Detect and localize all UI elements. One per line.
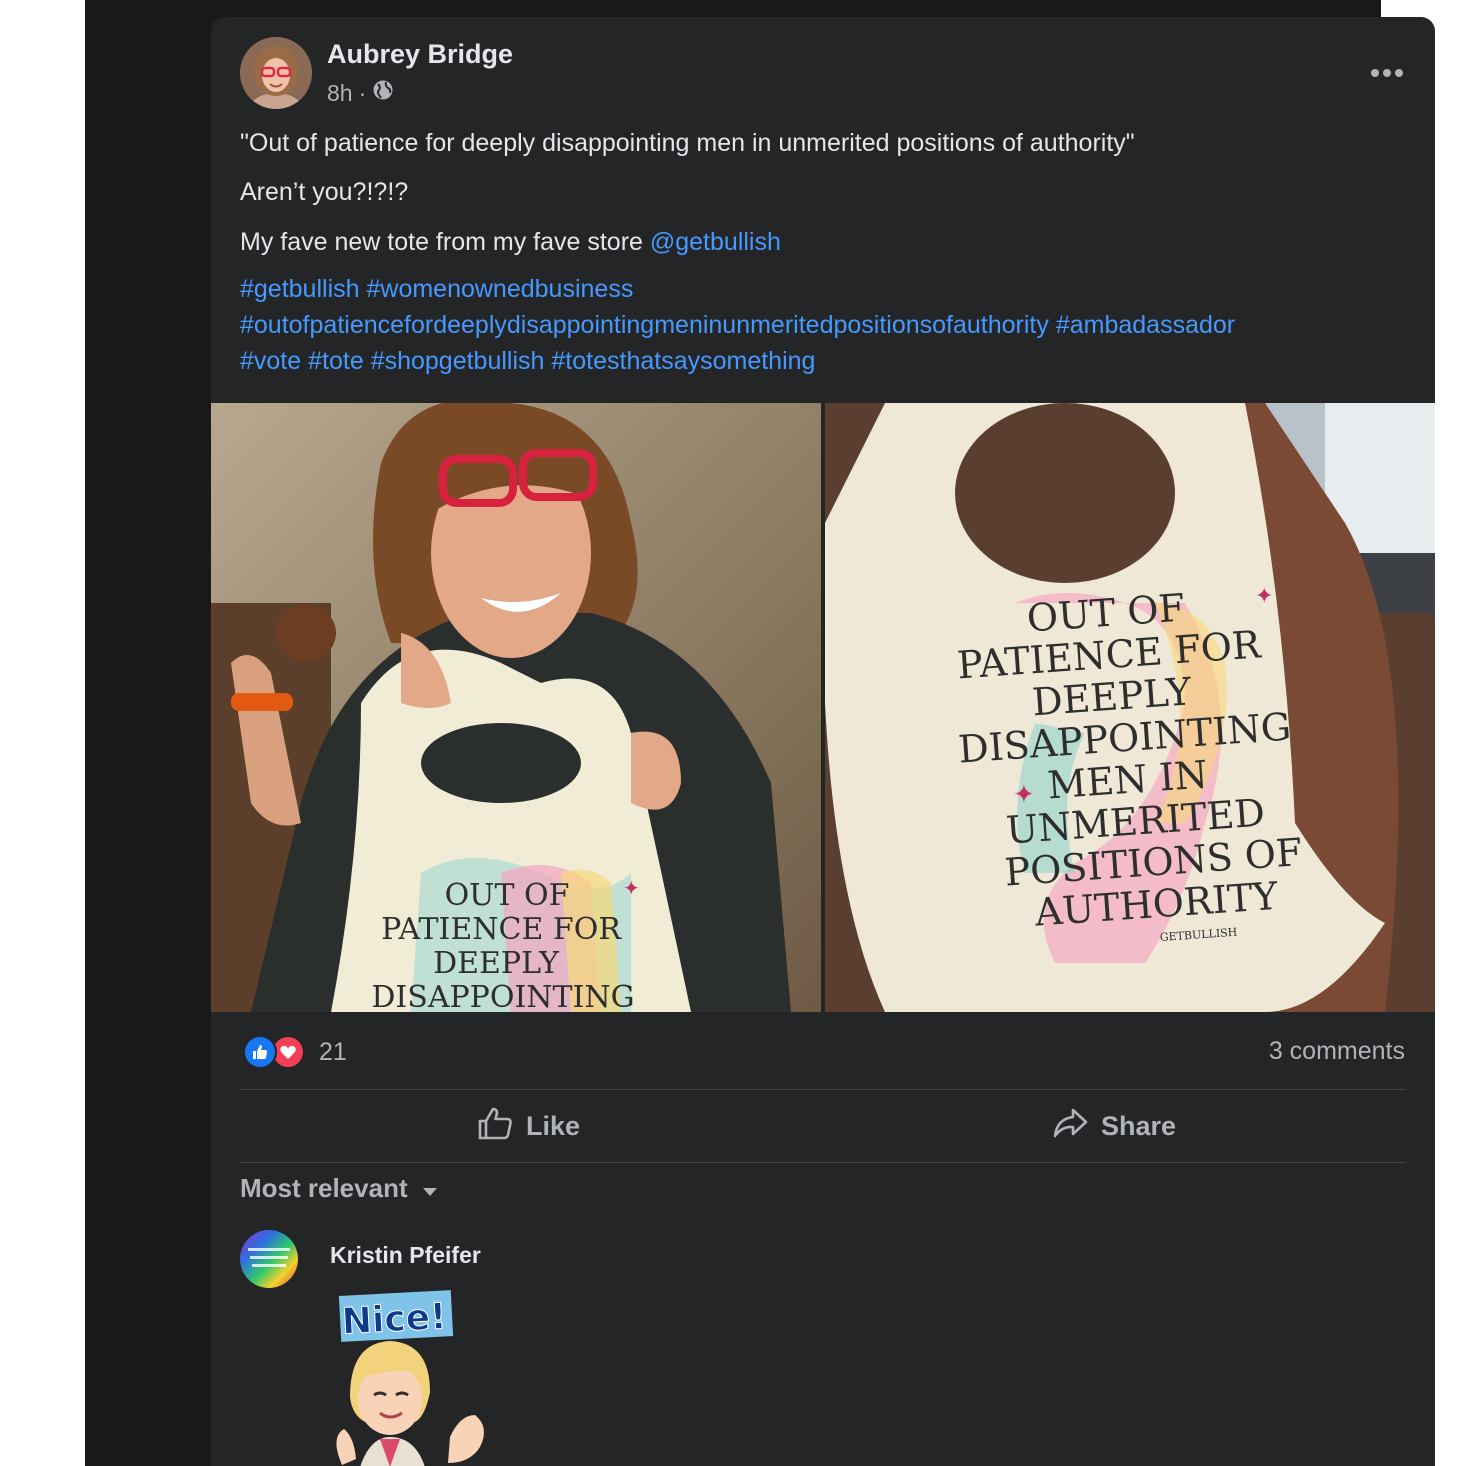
mention-link[interactable]: @getbullish (650, 228, 781, 256)
like-outline-icon (476, 1104, 514, 1149)
hashtag-link[interactable]: #ambadassador (1056, 311, 1235, 339)
tote-text-line: DISAPPOINTING (371, 980, 634, 1012)
like-icon (243, 1035, 277, 1069)
post-photo-2[interactable]: OUT OF PATIENCE FOR DEEPLY DISAPPOINTING… (825, 403, 1435, 1012)
globe-icon[interactable] (372, 79, 394, 107)
post-card: Aubrey Bridge 8h · "Out of patience for … (211, 17, 1435, 1466)
comment-sort-dropdown[interactable]: Most relevant (240, 1173, 438, 1204)
like-label: Like (526, 1110, 581, 1141)
share-icon (1051, 1104, 1089, 1149)
commenter-name[interactable]: Kristin Pfeifer (330, 1242, 481, 1269)
hashtag-link[interactable]: #womenownedbusiness (366, 275, 633, 303)
tote-text-line: OUT OF (445, 878, 570, 913)
meta-separator: · (358, 79, 367, 106)
feed-background: Aubrey Bridge 8h · "Out of patience for … (85, 0, 1435, 1466)
sort-label: Most relevant (240, 1173, 408, 1203)
share-label: Share (1101, 1110, 1177, 1141)
post-text-line1: "Out of patience for deeply disappointin… (240, 129, 1135, 157)
reactions-summary[interactable]: 21 (243, 1035, 347, 1069)
commenter-avatar[interactable] (240, 1230, 298, 1288)
post-text-prefix: My fave new tote from my fave store (240, 228, 650, 256)
post-text-line3: My fave new tote from my fave store @get… (240, 224, 781, 260)
like-button[interactable]: Like (476, 1097, 580, 1155)
more-options-icon[interactable] (1369, 55, 1405, 91)
author-avatar[interactable] (240, 37, 312, 109)
hashtag-link[interactable]: #getbullish (240, 275, 360, 303)
post-photo-1[interactable]: OUT OF PATIENCE FOR DEEPLY DISAPPOINTING… (211, 403, 821, 1012)
share-button[interactable]: Share (1051, 1097, 1176, 1155)
svg-text:✦: ✦ (1013, 779, 1035, 809)
hashtags: #getbullish #womenownedbusiness #outofpa… (240, 271, 1410, 379)
svg-text:✦: ✦ (623, 878, 640, 900)
hashtag-link[interactable]: #shopgetbullish (371, 347, 545, 375)
hashtag-link[interactable]: #vote (240, 347, 301, 375)
divider (240, 1089, 1406, 1090)
post-text-line2: Aren’t you?!?!? (240, 178, 409, 206)
post-meta: 8h · (327, 79, 394, 107)
divider (240, 1162, 1406, 1163)
hashtag-link[interactable]: #outofpatiencefordeeplydisappointingmeni… (240, 311, 1049, 339)
nice-sticker: Nice! (330, 1287, 500, 1466)
hashtag-link[interactable]: #tote (308, 347, 364, 375)
reaction-count: 21 (319, 1037, 347, 1066)
comments-count[interactable]: 3 comments (1269, 1037, 1405, 1066)
hashtag-link[interactable]: #totesthatsaysomething (551, 347, 815, 375)
author-name[interactable]: Aubrey Bridge (327, 39, 513, 70)
tote-text-line: DEEPLY (433, 946, 560, 981)
tote-text-line: PATIENCE FOR (381, 912, 622, 947)
sticker-text: Nice! (341, 1296, 448, 1342)
caret-down-icon (422, 1173, 438, 1204)
post-time[interactable]: 8h (327, 80, 353, 107)
svg-text:✦: ✦ (1255, 583, 1273, 608)
